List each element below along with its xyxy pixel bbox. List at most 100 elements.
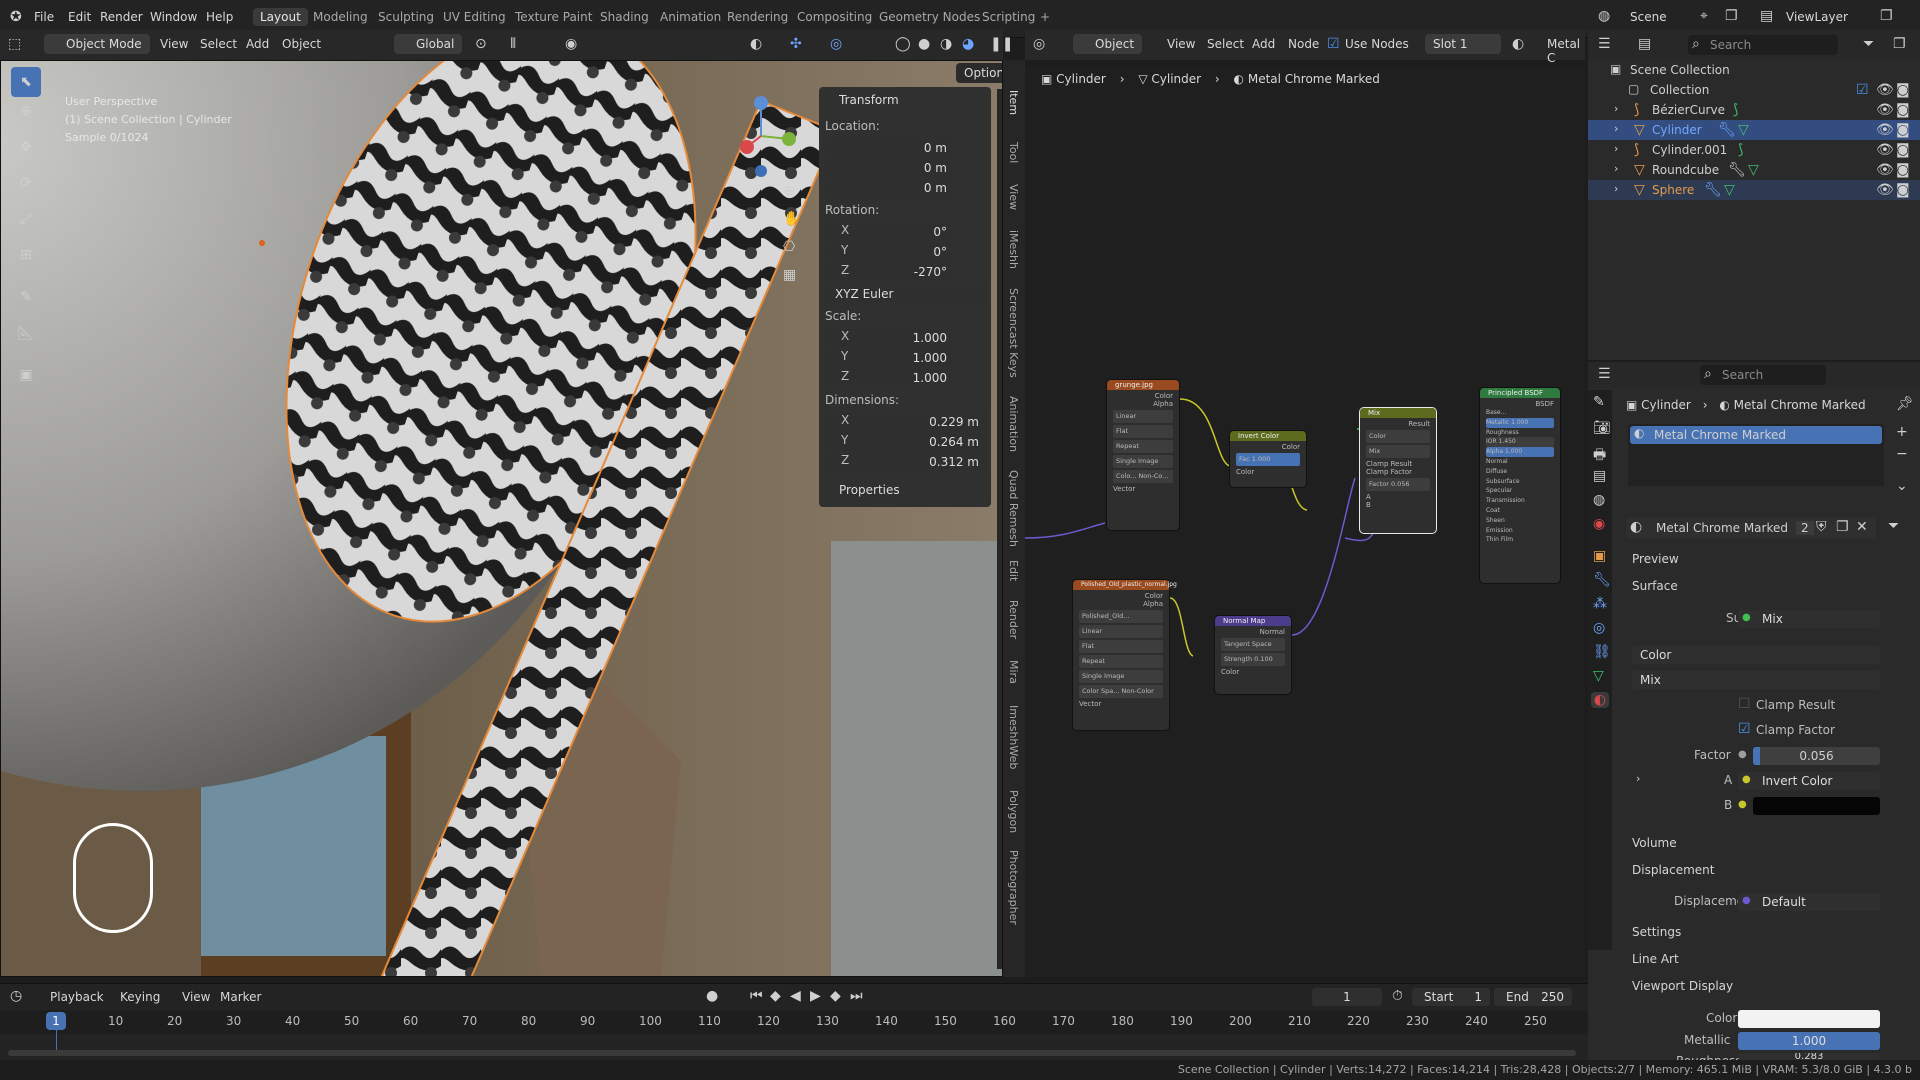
pan-hand-icon[interactable]: ✋ [783, 211, 800, 227]
rendered-shading-icon[interactable]: ◕ [962, 36, 974, 52]
eye-icon[interactable]: 👁︎ [1876, 122, 1894, 138]
node-polished-projection[interactable]: Flat [1079, 640, 1163, 653]
pause-render-icon[interactable]: ❚❚ [990, 36, 1013, 52]
node-polished-texture[interactable]: Polished_Old_plastic_normal.jpg Color Al… [1073, 580, 1177, 730]
end-frame-field[interactable]: End 250 [1494, 988, 1572, 1006]
sidebar-tab-photographer[interactable]: Photographer [1007, 850, 1020, 925]
timeline-menu-marker[interactable]: Marker [220, 990, 261, 1004]
node-mix-clamp-factor[interactable]: Clamp Factor [1360, 468, 1436, 476]
new-collection-icon[interactable]: ❐ [1893, 36, 1906, 52]
display-mode-icon[interactable]: ▤ [1638, 36, 1651, 52]
section-preview[interactable]: Preview [1632, 552, 1679, 566]
node-editor-type-icon[interactable]: ◎ [1033, 36, 1045, 52]
node-polished-source[interactable]: Single Image [1079, 670, 1163, 683]
view-layer-tab-icon[interactable]: ▤ [1593, 468, 1606, 484]
outliner-item-selected[interactable]: › ▽ Cylinder 🔧︎ ▽ 👁︎ ◙ [1588, 120, 1920, 140]
scene-selector[interactable]: Scene [1630, 10, 1667, 24]
input-b-color-swatch[interactable] [1753, 797, 1880, 815]
measure-icon[interactable]: 📐︎ [11, 325, 41, 341]
node-grunge-texture[interactable]: grunge.jpg Color Alpha Linear Flat Repea… [1107, 380, 1179, 530]
node-bsdf-transmission[interactable]: Transmission [1486, 496, 1554, 506]
constraints-tab-icon[interactable]: ⛓︎ [1593, 644, 1611, 660]
add-cube-icon[interactable]: ▣ [11, 367, 41, 383]
transform-orientation-dropdown[interactable]: Global [394, 34, 463, 54]
gizmo-icon[interactable]: ✣ [790, 36, 802, 52]
mix-data-type-dropdown[interactable]: Color [1632, 646, 1880, 664]
sidebar-tab-tool[interactable]: Tool [1007, 142, 1020, 163]
vd-color-swatch[interactable] [1738, 1010, 1880, 1028]
node-bsdf-alpha[interactable]: Alpha 1.000 [1486, 447, 1554, 457]
section-settings[interactable]: Settings [1632, 925, 1681, 939]
material-slot-item[interactable]: Metal Chrome Marked [1630, 426, 1882, 444]
scene-icon[interactable]: ◍ [1598, 8, 1610, 24]
duplicate-icon[interactable]: ❐ [1836, 519, 1849, 535]
node-menu-view[interactable]: View [1167, 37, 1195, 51]
new-scene-icon[interactable]: ❐ [1725, 8, 1738, 24]
outliner-item[interactable]: ▢ Collection ☑ 👁︎ ◙ [1588, 80, 1920, 100]
vd-metallic-slider[interactable]: 1.000 [1738, 1032, 1880, 1050]
node-grunge-colorspace[interactable]: Colo... Non-Co... [1113, 470, 1173, 483]
sidebar-tab-edit[interactable]: Edit [1007, 560, 1020, 581]
gizmo-y-axis[interactable] [782, 132, 796, 146]
slot-specials-icon[interactable]: ⌄ [1896, 478, 1908, 494]
particles-tab-icon[interactable]: ⁂ [1593, 596, 1607, 612]
node-grunge-projection[interactable]: Flat [1113, 425, 1173, 438]
node-bsdf-coat[interactable]: Coat [1486, 506, 1554, 516]
render-tab-icon[interactable]: 📷︎ [1593, 420, 1611, 436]
surface-shader-field[interactable]: Mix [1738, 610, 1880, 628]
vd-roughness-slider[interactable]: 0.283 [1738, 1053, 1880, 1060]
node-invert-color[interactable]: Invert Color Color Fac 1.000 Color [1230, 431, 1306, 487]
node-grunge-interp[interactable]: Linear [1113, 410, 1173, 423]
pivot-icon[interactable]: ⊙ [475, 36, 487, 52]
node-mix[interactable]: Mix Result Color Mix Clamp Result Clamp … [1360, 408, 1436, 533]
outliner-search-input[interactable]: Search [1688, 35, 1838, 55]
remove-slot-icon[interactable]: − [1896, 446, 1908, 462]
node-normal-space[interactable]: Tangent Space [1221, 638, 1285, 651]
input-a-field[interactable]: Invert Color [1738, 772, 1880, 790]
filter-icon[interactable]: ⏷ [1863, 36, 1874, 52]
play-reverse-icon[interactable]: ◀ [790, 988, 801, 1004]
ortho-grid-icon[interactable]: ▦ [783, 267, 796, 283]
displacement-field[interactable]: Default [1738, 893, 1880, 911]
outliner-item[interactable]: › ⟆ BézierCurve ⟆ 👁︎ ◙ [1588, 100, 1920, 120]
properties-subpanel-header[interactable]: Properties [839, 483, 900, 497]
timeline-editor-icon[interactable]: ◷ [10, 988, 22, 1004]
exclude-checkbox[interactable]: ☑ [1856, 82, 1869, 98]
node-normal-map[interactable]: Normal Map Normal Tangent Space Strength… [1215, 616, 1291, 694]
tab-scripting[interactable]: Scripting [982, 10, 1035, 24]
section-displacement[interactable]: Displacement [1632, 863, 1715, 877]
sidebar-tab-mira[interactable]: Mira [1007, 660, 1020, 684]
node-grunge-extension[interactable]: Repeat [1113, 440, 1173, 453]
select-box-icon[interactable]: ⬉ [11, 67, 41, 97]
jump-end-icon[interactable]: ⏭ [850, 988, 863, 1004]
rotate-icon[interactable]: ⟳ [11, 175, 41, 191]
expand-chevron-icon[interactable]: › [1614, 142, 1618, 155]
sidebar-tab-imeshh[interactable]: iMeshh [1007, 230, 1020, 269]
tab-texture-paint[interactable]: Texture Paint [515, 10, 592, 24]
visibility-icon[interactable]: ◐ [750, 36, 762, 52]
scale-icon[interactable]: ⤢ [11, 211, 41, 227]
options-dropdown[interactable]: Options [956, 63, 1002, 83]
mode-dropdown[interactable]: Object Mode [44, 34, 150, 54]
node-bsdf-thin-film[interactable]: Thin Film [1486, 535, 1554, 545]
output-tab-icon[interactable]: 🖶︎ [1593, 444, 1606, 468]
tab-layout[interactable]: Layout [253, 8, 308, 26]
fake-user-shield-icon[interactable]: ⛨ [1816, 519, 1827, 535]
eye-icon[interactable]: 👁︎ [1876, 82, 1894, 98]
node-polished-file[interactable]: Polished_Old... [1079, 610, 1163, 623]
material-browse-icon[interactable]: ◐ [1512, 36, 1524, 52]
viewport-menu-view[interactable]: View [160, 37, 188, 51]
shader-type-dropdown[interactable]: Object [1073, 34, 1143, 54]
stopwatch-icon[interactable]: ⏱ [1392, 988, 1403, 1004]
loc-x-field[interactable]: 0 m [827, 139, 955, 157]
node-grunge-title[interactable]: grunge.jpg [1107, 380, 1179, 390]
sidebar-tab-item[interactable]: Item [1007, 90, 1020, 115]
expand-chevron-icon[interactable]: › [1614, 182, 1618, 195]
outliner-item[interactable]: › ▽ Sphere 🔧︎ ▽ 👁︎ ◙ [1588, 180, 1920, 200]
loc-z-field[interactable]: 0 m [827, 179, 955, 197]
tab-uv-editing[interactable]: UV Editing [443, 10, 506, 24]
eye-icon[interactable]: 👁︎ [1876, 182, 1894, 198]
node-invert-fac[interactable]: Fac 1.000 [1236, 453, 1300, 466]
slot-dropdown[interactable]: Slot 1 [1425, 34, 1501, 54]
material-datablock[interactable]: ◐ Metal Chrome Marked 2 ⛨ ❐ ✕ [1626, 518, 1876, 538]
